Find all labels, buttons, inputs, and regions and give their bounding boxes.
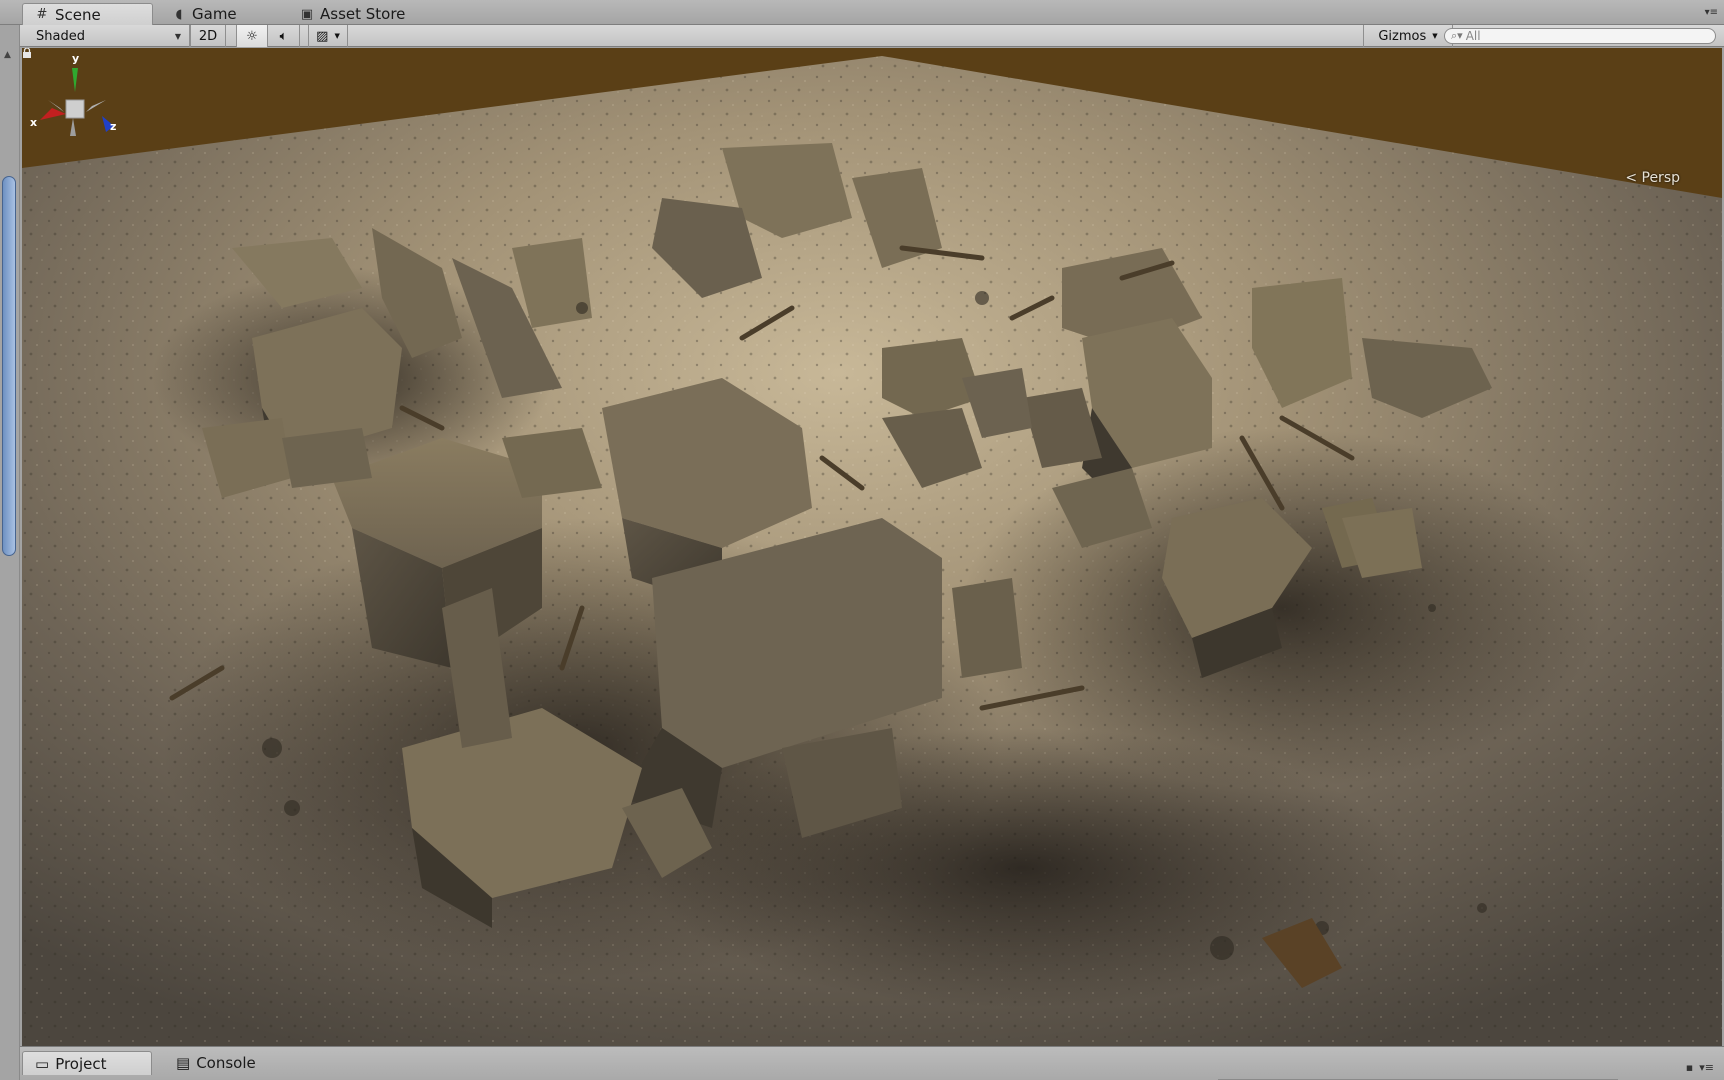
image-icon: ▨ (316, 28, 329, 44)
shading-mode-value: Shaded (36, 28, 85, 44)
scene-audio-toggle[interactable]: 🔈︎ (268, 25, 300, 47)
sun-icon: ☼ (246, 28, 258, 44)
tab-scene[interactable]: # Scene (22, 3, 153, 25)
grid-icon: # (36, 7, 48, 22)
tab-project[interactable]: ▭ Project (22, 1051, 152, 1075)
perspective-arrow-icon: < (1625, 170, 1638, 186)
dropdown-arrow-icon: ▼ (1432, 32, 1438, 40)
bag-icon: ▣ (300, 6, 314, 22)
search-icon: ⌕▾ (1451, 29, 1463, 42)
tab-asset-store-label: Asset Store (320, 5, 406, 23)
search-placeholder: All (1465, 29, 1481, 43)
projection-toggle[interactable]: < Persp (1625, 170, 1680, 186)
toggle-2d-button[interactable]: 2D (190, 25, 226, 47)
pacman-icon: ◖ (175, 6, 183, 22)
speaker-icon: 🔈︎ (279, 28, 288, 44)
scene-effects-dropdown[interactable]: ▨ ▼ (308, 25, 348, 47)
scroll-up-icon[interactable]: ▲ (4, 50, 11, 60)
gizmo-y-label: y (72, 52, 79, 65)
bottom-panel-controls: ▪ ▾≡ (1686, 1061, 1714, 1074)
dropdown-arrow-icon: ▼ (334, 32, 340, 40)
hierarchy-search-input[interactable]: ⌕▾ All (1444, 28, 1716, 44)
tab-game[interactable]: ◖ Game (160, 3, 280, 25)
scene-orientation-gizmo[interactable]: y x z (22, 48, 132, 178)
gizmo-x-label: x (30, 116, 37, 129)
gizmo-z-label: z (110, 120, 116, 133)
tab-scene-label: Scene (55, 5, 101, 24)
window-menu-icon[interactable]: ▾≡ (1699, 1061, 1714, 1074)
gizmo-x-axis[interactable] (40, 108, 66, 120)
tab-project-label: Project (55, 1054, 107, 1073)
bottom-tab-strip: ▭ Project ▤ Console ▪ ▾≡ (20, 1046, 1724, 1080)
gizmos-dropdown[interactable]: Gizmos ▼ (1363, 25, 1453, 47)
projection-label: Persp (1641, 170, 1681, 186)
shading-mode-dropdown[interactable]: Shaded ▼ (20, 25, 190, 47)
scene-toolbar: Shaded ▼ 2D ☼ 🔈︎ ▨ ▼ Gizmos ▼ ⌕▾ All (20, 25, 1724, 47)
tab-strip: # Scene ◖ Game ▣ Asset Store ▾≡ (0, 0, 1724, 25)
scrollbar-thumb[interactable] (2, 176, 16, 556)
tab-console-label: Console (196, 1054, 256, 1072)
unity-scene-window: # Scene ◖ Game ▣ Asset Store ▾≡ Shaded ▼… (0, 0, 1724, 1080)
gizmo-y-axis[interactable] (72, 68, 78, 92)
console-icon: ▤ (176, 1054, 191, 1072)
tab-game-label: Game (192, 5, 237, 23)
scene-viewport[interactable]: y x z < Persp (22, 48, 1722, 1046)
folder-icon: ▭ (35, 1054, 50, 1073)
tab-console[interactable]: ▤ Console (164, 1051, 284, 1075)
tab-asset-store[interactable]: ▣ Asset Store (288, 3, 448, 25)
scene-render (22, 48, 1722, 1046)
dropdown-arrow-icon: ▼ (174, 31, 181, 41)
toggle-2d-label: 2D (198, 28, 218, 44)
window-menu-icon[interactable]: ▾≡ (1704, 8, 1718, 21)
scene-lighting-toggle[interactable]: ☼ (236, 25, 268, 47)
lock-icon[interactable] (22, 48, 32, 58)
vertical-scrollbar[interactable]: ▲ (2, 50, 16, 1050)
lock-icon[interactable]: ▪ (1686, 1061, 1693, 1074)
gizmos-label: Gizmos (1378, 28, 1427, 44)
